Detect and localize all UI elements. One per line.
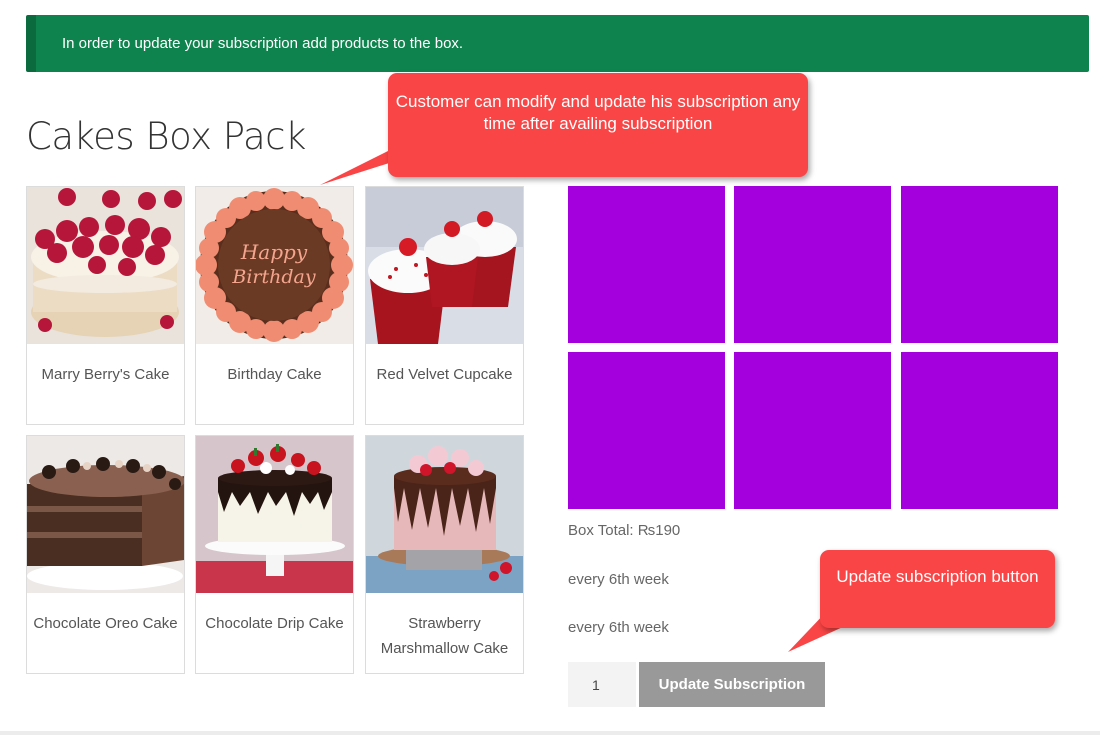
product-name[interactable]: Strawberry Marshmallow Cake [372, 611, 517, 661]
chocolate-drip-cake-icon [196, 436, 353, 593]
box-slot[interactable] [901, 186, 1058, 343]
box-total-value: ₨190 [637, 522, 681, 539]
box-slot[interactable] [568, 186, 725, 343]
update-subscription-button[interactable]: Update Subscription [639, 662, 825, 707]
box-slot[interactable] [734, 186, 891, 343]
cake-text-happy: Happy [240, 240, 308, 264]
product-card[interactable]: Marry Berry's Cake [26, 186, 185, 425]
raspberry-meringue-cake-icon [27, 187, 184, 344]
cake-text-birthday: Birthday [231, 266, 315, 288]
product-card[interactable]: Red Velvet Cupcake [365, 186, 524, 425]
chocolate-oreo-cake-icon [27, 436, 184, 593]
product-name[interactable]: Marry Berry's Cake [33, 362, 178, 387]
quantity-input[interactable] [568, 662, 636, 707]
annotation-text: Customer can modify and update his subsc… [395, 92, 801, 133]
birthday-cake-icon: Happy Birthday [196, 187, 353, 344]
product-name[interactable]: Chocolate Oreo Cake [33, 611, 178, 636]
box-slot[interactable] [568, 352, 725, 509]
annotation-callout-button: Update subscription button [820, 550, 1055, 628]
red-velvet-cupcake-icon [366, 187, 523, 344]
product-card[interactable]: Chocolate Oreo Cake [26, 435, 185, 674]
product-name[interactable]: Red Velvet Cupcake [372, 362, 517, 387]
product-card[interactable]: Strawberry Marshmallow Cake [365, 435, 524, 674]
product-card[interactable]: Chocolate Drip Cake [195, 435, 354, 674]
box-slot[interactable] [734, 352, 891, 509]
subscription-notice: In order to update your subscription add… [26, 15, 1089, 72]
billing-frequency: every 6th week [568, 571, 669, 588]
box-total-label: Box Total: [568, 522, 638, 539]
divider [0, 731, 1100, 735]
delivery-frequency: every 6th week [568, 619, 669, 636]
product-name[interactable]: Birthday Cake [202, 362, 347, 387]
annotation-text: Update subscription button [836, 567, 1039, 586]
product-name[interactable]: Chocolate Drip Cake [202, 611, 347, 636]
box-total: Box Total: ₨190 [568, 522, 680, 539]
page-title: Cakes Box Pack [26, 115, 306, 158]
strawberry-marshmallow-cake-icon [366, 436, 523, 593]
notice-text: In order to update your subscription add… [62, 35, 464, 52]
product-card[interactable]: Happy Birthday Birthday Cake [195, 186, 354, 425]
box-slot[interactable] [901, 352, 1058, 509]
annotation-callout-top: Customer can modify and update his subsc… [388, 73, 808, 177]
